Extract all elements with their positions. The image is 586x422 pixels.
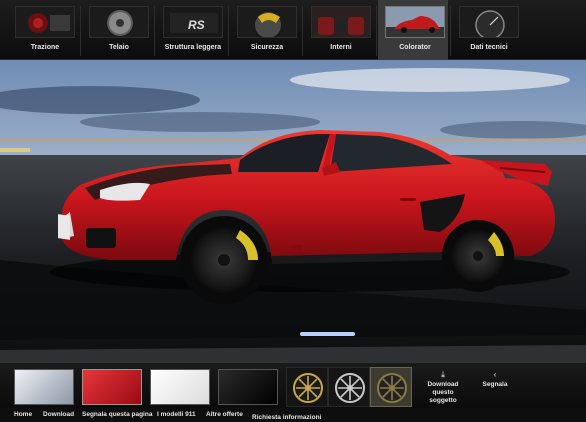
footer-link-richiesta-informazioni[interactable]: Richiesta informazioni [252, 414, 321, 421]
engine-thumbnail-icon [15, 6, 75, 38]
download-subject-button[interactable]: ⤓ Download questo soggetto [418, 367, 468, 407]
nav-item-interni[interactable]: Interni [304, 0, 374, 60]
nav-divider [80, 6, 81, 56]
share-icon: ‹ [493, 370, 497, 379]
brake-caliper-thumbnail-icon [237, 6, 297, 38]
color-swatch-black[interactable] [218, 369, 278, 405]
hero-car-image: RS [0, 60, 586, 362]
svg-text:RS: RS [292, 245, 302, 252]
nav-divider [302, 6, 303, 56]
nav-label: Struttura leggera [164, 44, 222, 51]
top-navigation: Trazione Telaio RS Struttura leggera Sic… [0, 0, 586, 60]
nav-label: Telaio [109, 44, 129, 51]
share-label: Segnala [482, 381, 508, 388]
footer-links: Home Download Segnala questa pagina I mo… [0, 408, 586, 422]
nav-label: Sicurezza [250, 44, 284, 51]
footer-link-home[interactable]: Home [14, 411, 32, 418]
wheel-option-dark-gold[interactable] [370, 367, 412, 407]
wheel-option-silver[interactable] [328, 367, 370, 407]
nav-item-dati-tecnici[interactable]: Dati tecnici [452, 0, 522, 60]
footer-link-altre-offerte[interactable]: Altre offerte [206, 411, 243, 418]
share-button[interactable]: ‹ Segnala [470, 367, 520, 407]
footer-link-modelli-911[interactable]: I modelli 911 [157, 411, 196, 418]
nav-divider [154, 6, 155, 56]
gauge-thumbnail-icon [459, 6, 519, 38]
car-thumbnail-icon [385, 6, 445, 38]
color-swatch-silver[interactable] [14, 369, 74, 405]
nav-label: Trazione [30, 44, 60, 51]
nav-item-telaio[interactable]: Telaio [82, 0, 152, 60]
nav-divider [376, 6, 377, 56]
nav-item-struttura-leggera[interactable]: RS Struttura leggera [156, 0, 226, 60]
footer-link-segnala-pagina[interactable]: Segnala questa pagina [82, 411, 152, 418]
brake-disc-thumbnail-icon [89, 6, 149, 38]
rs-badge-thumbnail-icon: RS [163, 6, 223, 38]
wheel-option-gold[interactable] [286, 367, 328, 407]
svg-text:RS: RS [188, 18, 205, 32]
interior-thumbnail-icon [311, 6, 371, 38]
nav-label: Dati tecnici [470, 44, 508, 51]
nav-divider [450, 6, 451, 56]
nav-item-colorator[interactable]: Colorator [378, 0, 448, 60]
footer-link-download[interactable]: Download [43, 411, 74, 418]
download-icon: ⤓ [441, 370, 445, 379]
download-label-line2: questo soggetto [429, 389, 457, 404]
nav-label: Colorator [399, 44, 431, 51]
nav-label: Interni [330, 44, 352, 51]
nav-divider [228, 6, 229, 56]
color-swatch-white[interactable] [150, 369, 210, 405]
silver-wheel-icon [335, 373, 365, 403]
colorator-options-bar: ⤓ Download questo soggetto ‹ Segnala [0, 362, 586, 408]
nav-item-trazione[interactable]: Trazione [8, 0, 78, 60]
gold-wheel-icon [293, 373, 323, 403]
download-label-line1: Download [427, 381, 459, 388]
dark-gold-wheel-icon [377, 373, 407, 403]
color-swatch-red[interactable] [82, 369, 142, 405]
nav-item-sicurezza[interactable]: Sicurezza [230, 0, 300, 60]
